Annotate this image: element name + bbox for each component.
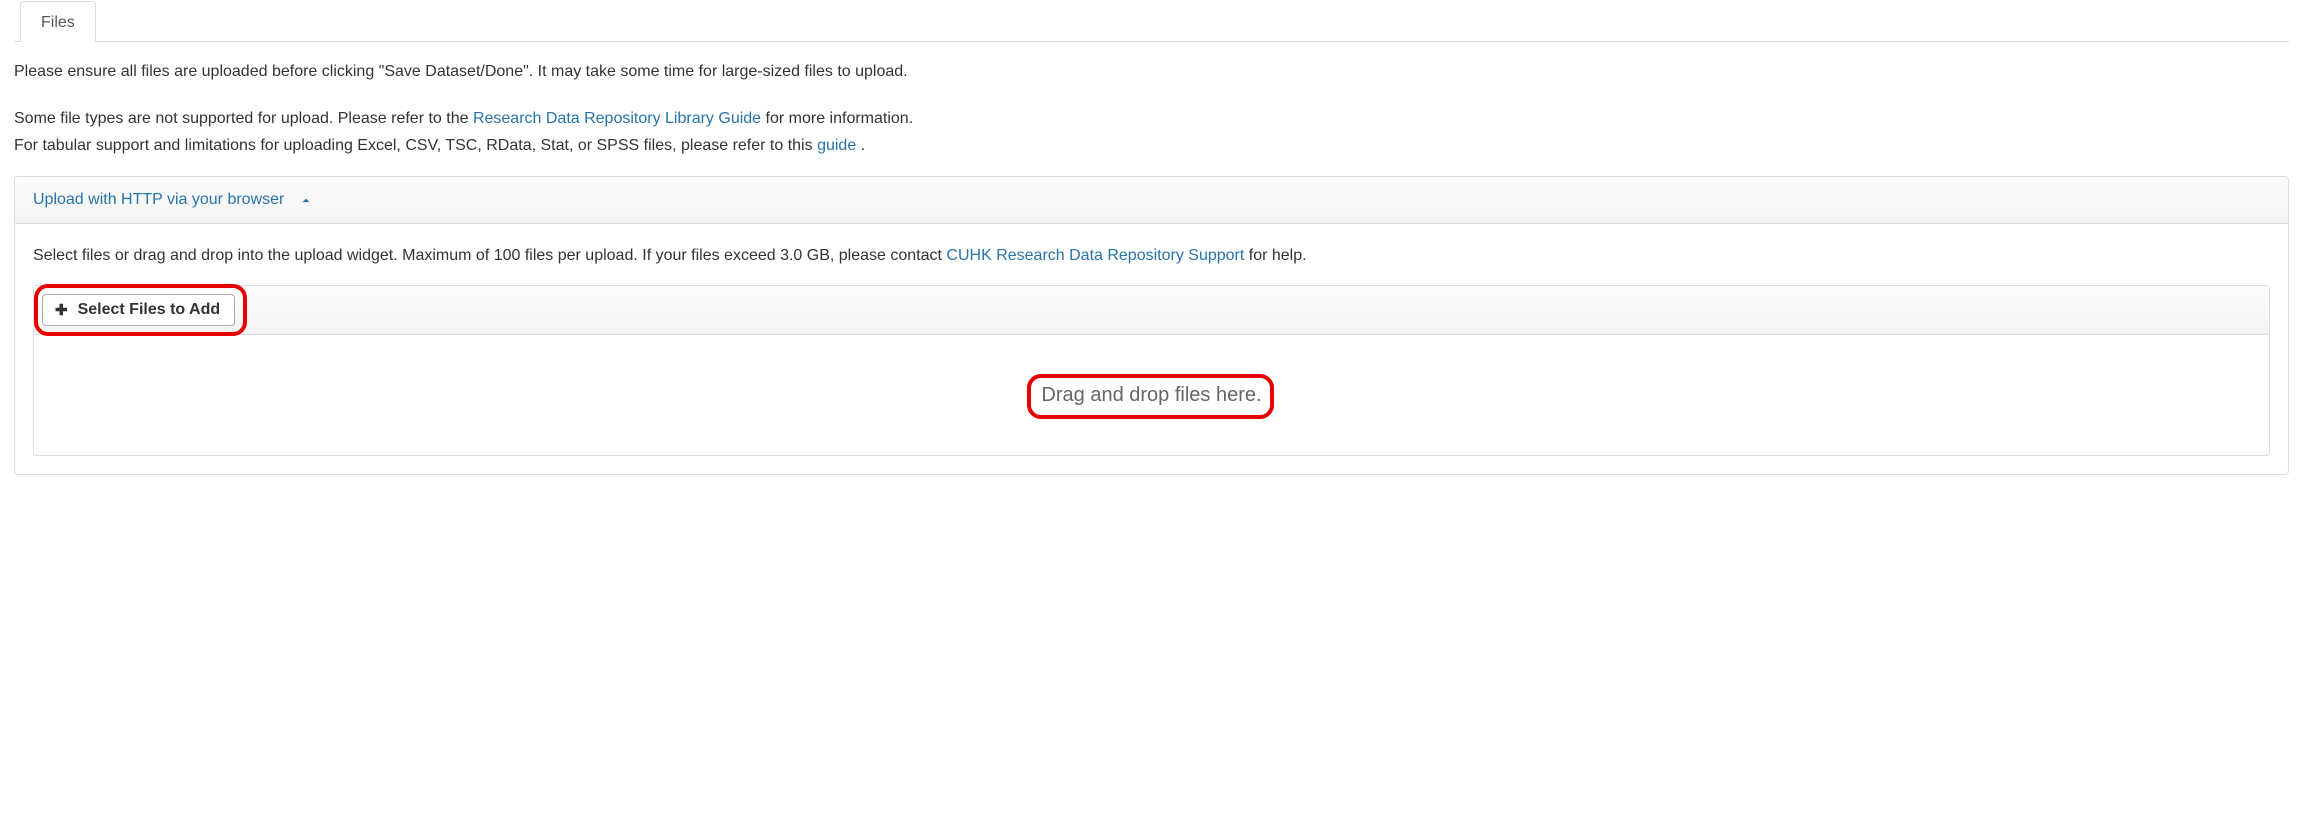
upload-help-text: Select files or drag and drop into the u… xyxy=(33,244,2270,269)
tabular-guide-link[interactable]: guide xyxy=(817,137,856,154)
dropzone-text: Drag and drop files here. xyxy=(1041,384,1261,406)
highlight-select-button: ✚ Select Files to Add xyxy=(42,294,235,326)
instructions-line-3a: For tabular support and limitations for … xyxy=(14,137,817,154)
instructions-block: Please ensure all files are uploaded bef… xyxy=(14,42,2289,158)
library-guide-link[interactable]: Research Data Repository Library Guide xyxy=(473,110,761,127)
upload-panel: Upload with HTTP via your browser Select… xyxy=(14,176,2289,475)
support-link[interactable]: CUHK Research Data Repository Support xyxy=(946,247,1244,264)
highlight-dropzone-text: Drag and drop files here. xyxy=(1041,384,1261,407)
instructions-line-2b: for more information. xyxy=(766,110,914,127)
dropzone[interactable]: Drag and drop files here. xyxy=(34,335,2269,455)
plus-icon: ✚ xyxy=(55,301,68,319)
upload-panel-header[interactable]: Upload with HTTP via your browser xyxy=(15,177,2288,224)
instructions-line-2a: Some file types are not supported for up… xyxy=(14,110,473,127)
upload-help-a: Select files or drag and drop into the u… xyxy=(33,247,946,264)
upload-help-b: for help. xyxy=(1249,247,1307,264)
instructions-line-3: For tabular support and limitations for … xyxy=(14,134,2289,159)
tabs-row: Files xyxy=(14,0,2289,42)
select-files-label: Select Files to Add xyxy=(78,301,221,319)
upload-panel-title: Upload with HTTP via your browser xyxy=(33,191,284,208)
instructions-line-1: Please ensure all files are uploaded bef… xyxy=(14,60,2289,85)
chevron-up-icon xyxy=(299,191,313,209)
upload-widget-toolbar: ✚ Select Files to Add xyxy=(34,286,2269,335)
instructions-line-2: Some file types are not supported for up… xyxy=(14,107,2289,132)
upload-widget: ✚ Select Files to Add Drag and drop file… xyxy=(33,285,2270,456)
upload-panel-body: Select files or drag and drop into the u… xyxy=(15,224,2288,474)
select-files-button[interactable]: ✚ Select Files to Add xyxy=(42,294,235,326)
instructions-line-3b: . xyxy=(861,137,865,154)
tab-files[interactable]: Files xyxy=(20,1,96,42)
